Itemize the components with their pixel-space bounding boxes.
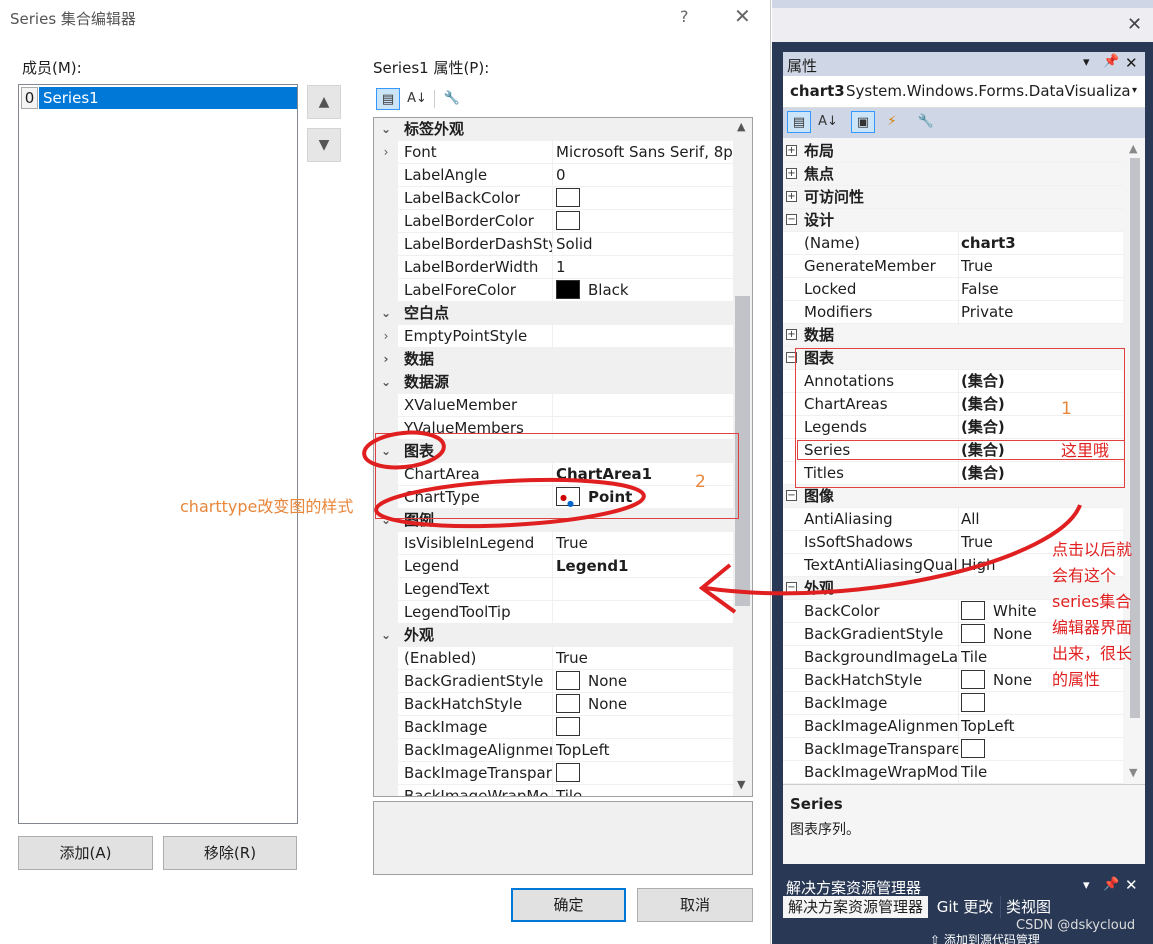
circle-chart-category	[362, 430, 446, 470]
annotation-drawings	[362, 430, 1082, 614]
circle-charttype	[374, 477, 646, 529]
arrow-to-dialog	[704, 504, 1082, 596]
